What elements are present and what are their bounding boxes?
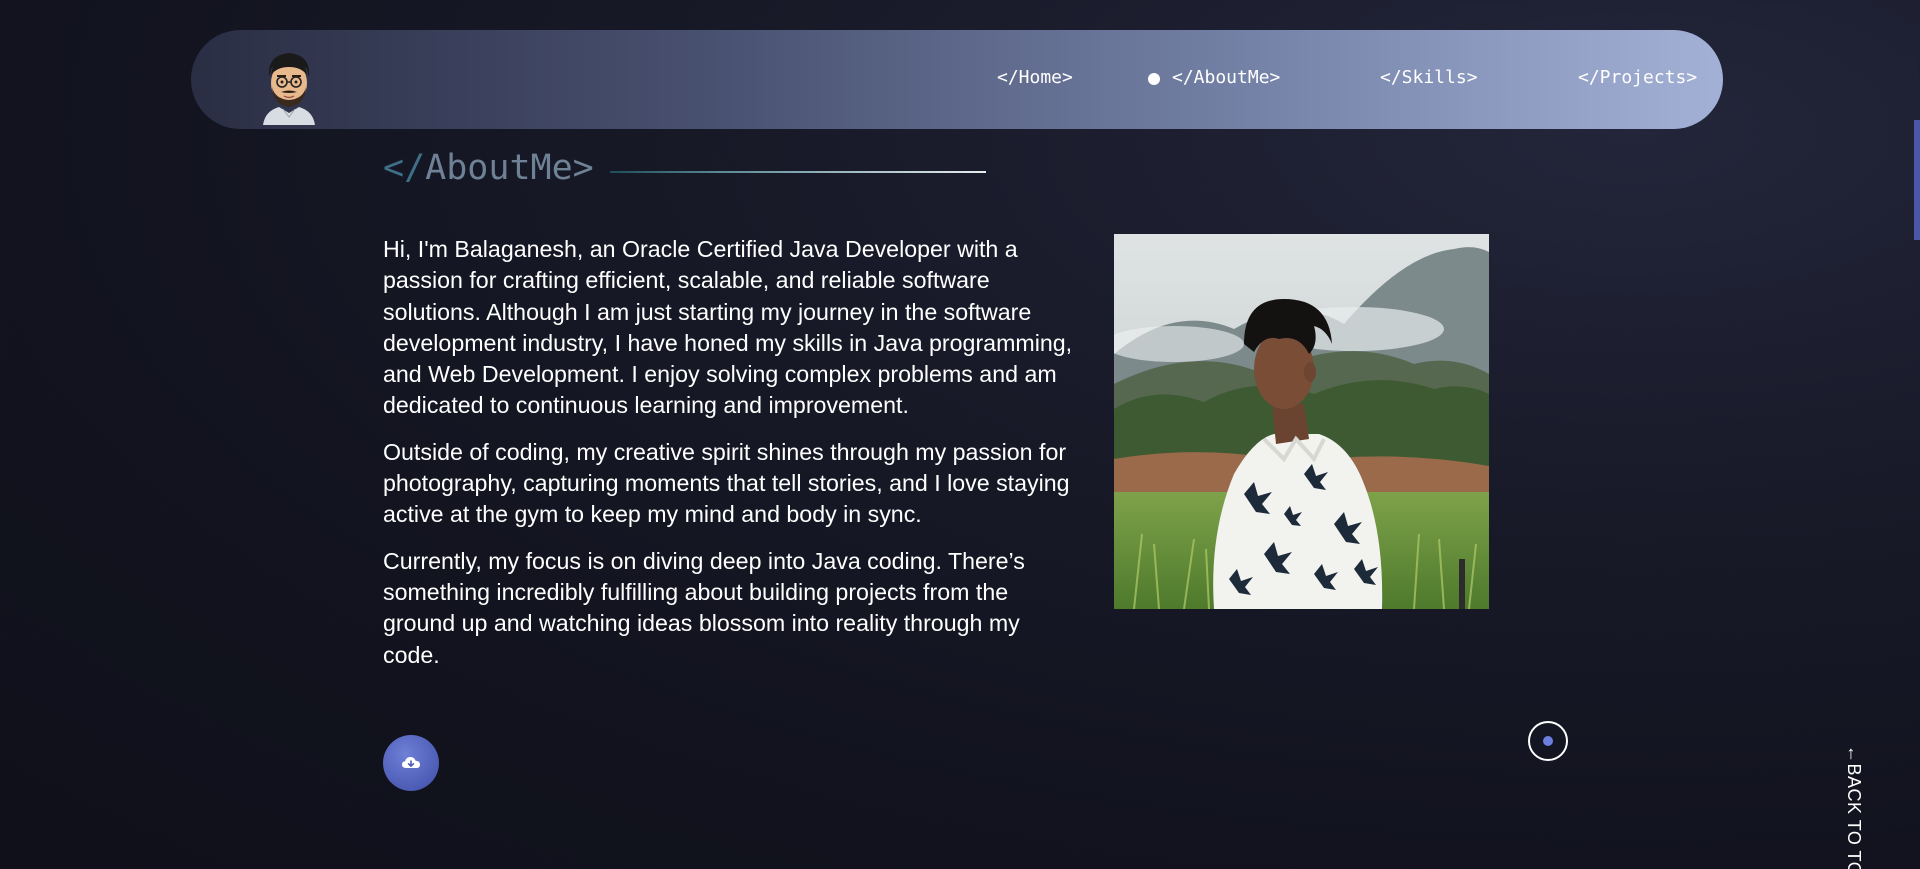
section-title-text: AboutMe> [425, 148, 594, 188]
section-title-slash: </ [383, 148, 426, 188]
profile-photo [1114, 234, 1489, 609]
download-resume-button[interactable] [383, 735, 439, 791]
section-title: </AboutMe> [383, 148, 594, 188]
about-paragraph-intro: Hi, I'm Balaganesh, an Oracle Certified … [383, 236, 1073, 419]
section-title-underline [610, 171, 986, 173]
avatar[interactable] [259, 47, 319, 125]
nav-link-home[interactable]: </Home> [997, 67, 1073, 88]
about-paragraph-focus: Currently, my focus is on diving deep in… [383, 547, 1025, 668]
nav-link-aboutme[interactable]: </AboutMe> [1172, 67, 1280, 88]
navbar: </Home> </AboutMe> </Skills> </Projects> [191, 30, 1723, 129]
custom-cursor-dot [1543, 736, 1553, 746]
active-nav-indicator [1148, 73, 1160, 85]
about-description: Hi, I'm Balaganesh, an Oracle Certified … [383, 234, 1073, 686]
nav-link-skills[interactable]: </Skills> [1380, 67, 1478, 88]
back-to-top-link[interactable]: ←BACK TO TOP [1843, 745, 1864, 869]
about-paragraph-hobbies: Outside of coding, my creative spirit sh… [383, 438, 1070, 528]
scrollbar-thumb[interactable] [1914, 120, 1920, 240]
nav-link-projects[interactable]: </Projects> [1578, 67, 1697, 88]
cloud-download-icon [402, 757, 420, 768]
